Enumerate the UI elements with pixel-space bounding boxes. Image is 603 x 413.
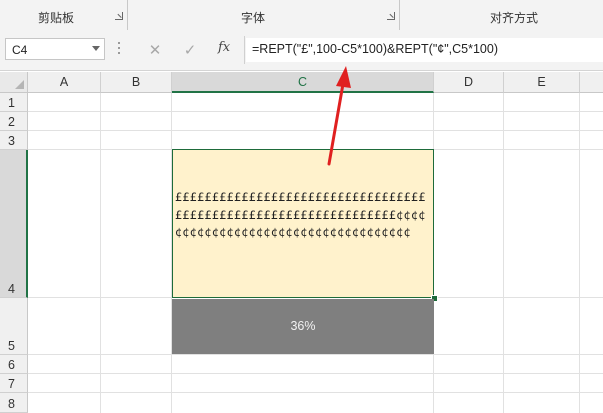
red-arrow-annotation [327,66,351,166]
arrow-head-icon [336,66,351,88]
arrow-shaft [327,82,345,166]
